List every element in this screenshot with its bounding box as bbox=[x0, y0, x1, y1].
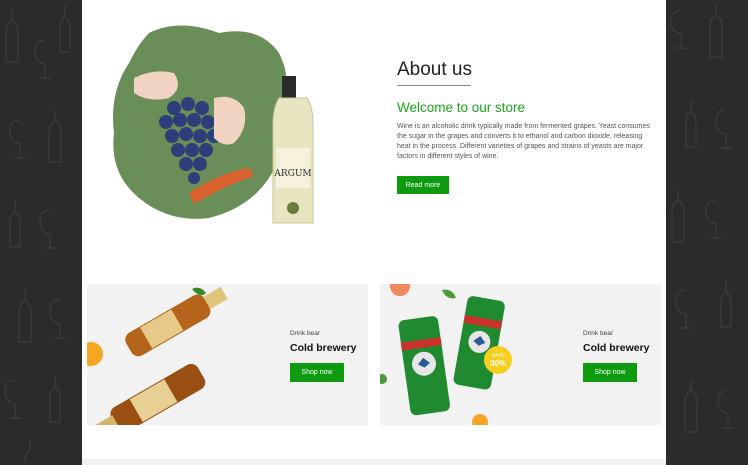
read-more-button[interactable]: Read more bbox=[397, 176, 449, 194]
shop-now-button[interactable]: Shop now bbox=[583, 363, 637, 382]
bottle-pattern-left bbox=[4, 5, 71, 463]
bottle-label-text: ARGUM bbox=[273, 169, 311, 179]
next-section-edge bbox=[82, 459, 666, 465]
beer-can-left bbox=[398, 316, 450, 416]
promo-banner-2[interactable]: SAVE 30% Drink bear Cold brewery Shop no… bbox=[380, 284, 661, 425]
beer-bottle-bottom bbox=[93, 363, 206, 425]
bottle-pattern-right bbox=[670, 5, 734, 433]
left-pattern-panel bbox=[0, 0, 82, 465]
promo-banner-1[interactable]: Drink bear Cold brewery Shop now bbox=[87, 284, 368, 425]
shop-now-button[interactable]: Shop now bbox=[290, 363, 344, 382]
beer-cans-image: SAVE 30% bbox=[380, 284, 512, 425]
about-title: About us bbox=[397, 59, 472, 80]
beer-bottles-image bbox=[87, 286, 228, 425]
banner-subtitle: Drink bear bbox=[290, 330, 320, 337]
right-pattern-panel bbox=[666, 0, 748, 465]
beer-bottle-top bbox=[125, 286, 228, 357]
leaf-shape-2 bbox=[442, 289, 456, 299]
grapefruit-slice bbox=[390, 284, 410, 296]
main-content: ARGUM About us Welcome to our store Wine… bbox=[82, 0, 666, 465]
hand-shape bbox=[134, 71, 178, 100]
banner-title: Cold brewery bbox=[583, 342, 650, 354]
about-image: ARGUM bbox=[113, 25, 314, 224]
wine-bottle: ARGUM bbox=[272, 76, 314, 224]
leaf-shape bbox=[192, 287, 206, 296]
orange-half bbox=[472, 414, 488, 425]
banner-subtitle: Drink bear bbox=[583, 330, 613, 337]
orange-slice bbox=[87, 342, 103, 366]
badge-value: 30% bbox=[490, 359, 506, 368]
beer-can-right bbox=[453, 296, 505, 390]
title-underline bbox=[397, 85, 471, 86]
save-badge: SAVE 30% bbox=[484, 346, 512, 374]
banner-title: Cold brewery bbox=[290, 342, 357, 354]
about-description: Wine is an alcoholic drink typically mad… bbox=[397, 123, 650, 160]
welcome-heading: Welcome to our store bbox=[397, 100, 526, 115]
